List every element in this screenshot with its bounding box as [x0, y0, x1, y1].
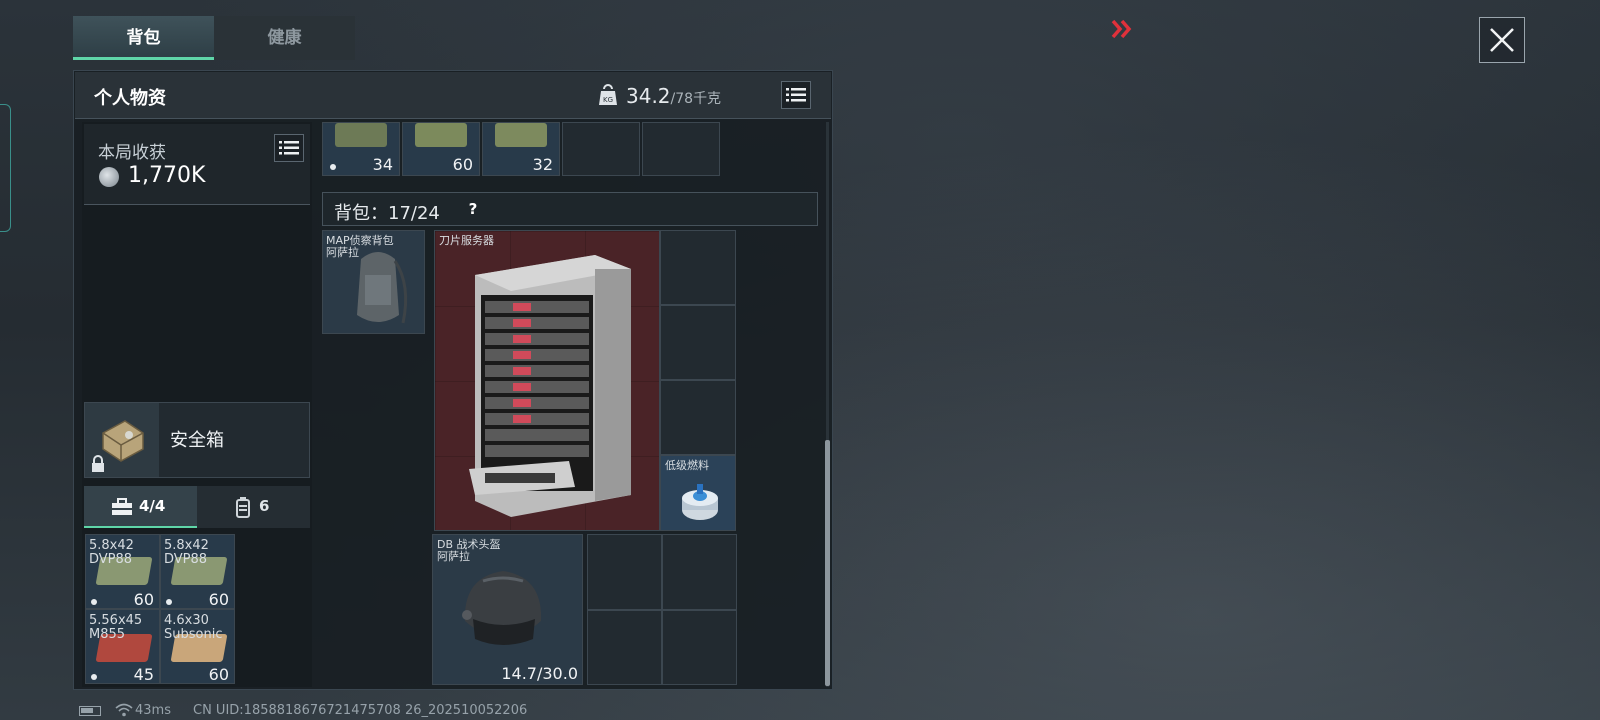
safe-box-label: 安全箱 [170, 430, 224, 451]
grid-empty-slot[interactable] [660, 380, 736, 455]
map-backpack-item[interactable]: MAP侦察背包 阿萨拉 [322, 230, 425, 334]
grid-empty-slot[interactable] [562, 122, 640, 176]
ammo-box-icon [495, 123, 547, 147]
blade-server-name: 刀片服务器 [439, 234, 494, 247]
canister-icon [236, 497, 250, 518]
pouch-item[interactable]: 5.8x42 DVP88 60 [160, 534, 235, 609]
grid-empty-slot[interactable] [662, 610, 737, 685]
pouch-item-count: 60 [208, 665, 229, 684]
weight-icon: KG [597, 83, 619, 111]
item-dot [166, 599, 172, 605]
helmet-icon [462, 571, 542, 645]
grid-item[interactable]: 60 [402, 122, 480, 176]
grid-empty-slot[interactable] [587, 534, 662, 610]
item-dot [91, 599, 97, 605]
low-fuel-name: 低级燃料 [665, 459, 709, 472]
grid-item-count: 32 [532, 155, 553, 174]
grid-item[interactable]: 34 [322, 122, 400, 176]
svg-text:KG: KG [603, 96, 613, 104]
ammo-box-icon [415, 123, 467, 147]
item-dot [330, 164, 336, 170]
panel-title: 个人物资 [94, 88, 166, 109]
tab-health[interactable]: 健康 [214, 16, 355, 60]
grid-item[interactable]: 32 [482, 122, 560, 176]
double-chevron-icon[interactable] [1110, 18, 1134, 44]
pouch-tab-tools-label: 4/4 [139, 497, 166, 515]
coin-icon [99, 167, 119, 187]
grid-empty-slot[interactable] [660, 230, 736, 305]
help-button[interactable]: ? [463, 200, 483, 220]
pouch-item-name: 5.56x45 M855 [89, 613, 143, 642]
harvest-list-button[interactable] [274, 134, 304, 162]
ammo-box-icon [335, 123, 387, 147]
pouch-item-count: 60 [133, 590, 154, 609]
lock-icon [92, 455, 104, 472]
pouch-tab-canister-label: 6 [259, 497, 270, 515]
pouch-item[interactable]: 5.56x45 M855 45 [85, 609, 160, 684]
pouch-item[interactable]: 4.6x30 Subsonic 60 [160, 609, 235, 684]
safe-box-slot[interactable] [85, 403, 159, 477]
weight-readout: 34.2/78千克 [626, 84, 722, 108]
ping-readout: 43ms [135, 703, 171, 718]
harvest-label: 本局收获 [98, 143, 166, 163]
pouch-tab-tools[interactable]: 4/4 [84, 486, 197, 528]
scrollbar-thumb[interactable] [825, 440, 830, 686]
grid-empty-slot[interactable] [662, 534, 737, 610]
uid-readout: CN UID:1858818676721475708 26_2025100522… [193, 703, 528, 718]
pouch-item-name: 5.8x42 DVP88 [89, 538, 134, 567]
pouch-tab-canister[interactable]: 6 [197, 486, 310, 528]
server-rack-icon [469, 255, 631, 517]
grid-empty-slot[interactable] [587, 610, 662, 685]
backpack-label: 背包：17/24 [334, 203, 440, 224]
list-icon [786, 88, 806, 102]
header-list-button[interactable] [781, 81, 811, 109]
harvest-value: 1,770K [128, 163, 206, 188]
side-panel-edge [0, 104, 11, 232]
item-dot [91, 674, 97, 680]
grid-item-count: 60 [452, 155, 473, 174]
pouch-item[interactable]: 5.8x42 DVP88 60 [85, 534, 160, 609]
close-icon [1490, 28, 1514, 52]
tab-backpack[interactable]: 背包 [73, 16, 214, 60]
helmet-item[interactable]: DB 战术头盔 阿萨拉 14.7/30.0 [432, 534, 583, 685]
pouch-item-count: 60 [208, 590, 229, 609]
grid-empty-slot[interactable] [660, 305, 736, 380]
wifi-icon [115, 703, 133, 717]
list-icon [279, 141, 299, 155]
pouch-item-name: 4.6x30 Subsonic [164, 613, 223, 642]
fuel-can-icon [682, 484, 718, 520]
low-fuel-item[interactable]: 低级燃料 [660, 455, 736, 531]
pouch-item-name: 5.8x42 DVP88 [164, 538, 209, 567]
grid-item-count: 34 [372, 155, 393, 174]
map-backpack-name: MAP侦察背包 阿萨拉 [326, 234, 394, 259]
close-button[interactable] [1479, 17, 1525, 63]
pouch-item-count: 45 [133, 665, 154, 684]
grid-empty-slot[interactable] [642, 122, 720, 176]
toolbox-icon [112, 498, 132, 515]
blade-server-item[interactable]: 刀片服务器 [434, 230, 660, 531]
battery-icon [79, 706, 101, 716]
helmet-durability: 14.7/30.0 [501, 664, 578, 683]
